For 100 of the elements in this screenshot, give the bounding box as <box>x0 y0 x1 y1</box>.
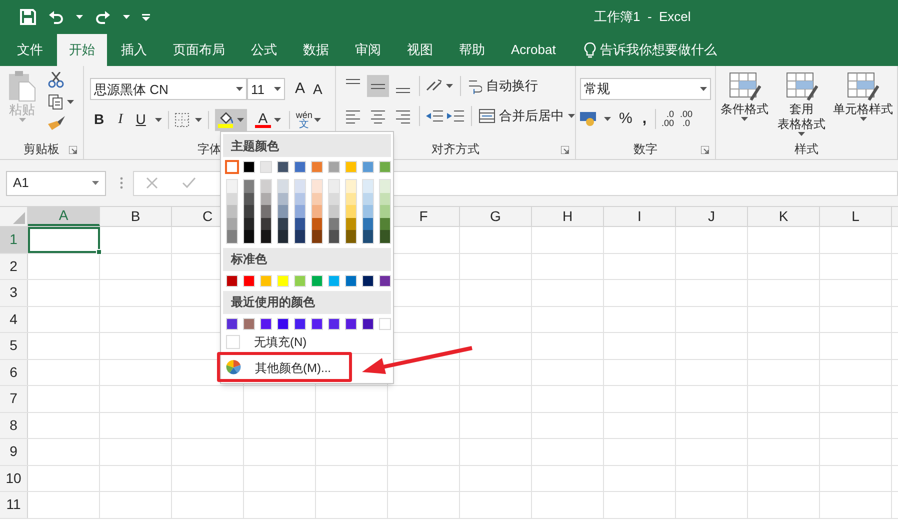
shrink-font-button[interactable]: A <box>311 78 324 100</box>
more-colors-item[interactable]: 其他颜色(M)... <box>223 356 333 380</box>
caret-icon[interactable] <box>123 15 130 19</box>
percent-button[interactable]: % <box>617 108 634 130</box>
shade-swatch[interactable] <box>363 218 373 230</box>
shade-swatch[interactable] <box>295 180 305 192</box>
dialog-launcher-icon[interactable] <box>701 146 709 154</box>
fill-color-button[interactable] <box>214 108 247 130</box>
row-header[interactable]: 9 <box>0 439 28 464</box>
shade-swatch[interactable] <box>227 230 237 242</box>
cancel-icon[interactable] <box>146 177 158 189</box>
shade-swatch[interactable] <box>244 218 254 230</box>
shade-swatch[interactable] <box>363 192 373 205</box>
shade-swatch[interactable] <box>346 205 356 218</box>
comma-button[interactable]: , <box>640 108 649 130</box>
ribbon-tab[interactable]: 开始 <box>57 34 107 66</box>
shade-swatch[interactable] <box>380 205 390 218</box>
shade-swatch[interactable] <box>261 230 271 242</box>
selected-cell[interactable] <box>28 227 100 252</box>
ribbon-tab[interactable]: 视图 <box>395 34 445 66</box>
shade-swatch[interactable] <box>312 192 322 205</box>
shade-swatch[interactable] <box>295 192 305 205</box>
fill-handle[interactable] <box>96 248 102 254</box>
shade-swatch[interactable] <box>244 192 254 205</box>
shade-swatch[interactable] <box>380 218 390 230</box>
column-header[interactable]: A <box>28 207 100 226</box>
row-header[interactable]: 7 <box>0 386 28 412</box>
format-as-table-button[interactable]: 套用 表格格式 <box>773 72 830 139</box>
row-header[interactable]: 3 <box>0 280 28 306</box>
shade-swatch[interactable] <box>278 218 288 230</box>
caret-icon[interactable] <box>568 114 575 118</box>
dialog-launcher-icon[interactable] <box>69 146 77 154</box>
shade-swatch[interactable] <box>346 180 356 192</box>
shade-swatch[interactable] <box>380 192 390 205</box>
row-header[interactable]: 10 <box>0 466 28 491</box>
caret-icon[interactable] <box>236 87 243 92</box>
shade-swatch[interactable] <box>261 218 271 230</box>
ribbon-tab[interactable]: 页面布局 <box>161 34 237 66</box>
shade-swatch[interactable] <box>346 230 356 242</box>
tell-me-search[interactable]: 告诉我你想要做什么 <box>584 34 717 66</box>
caret-icon[interactable] <box>604 117 611 121</box>
caret-icon[interactable] <box>446 84 453 88</box>
shade-swatch[interactable] <box>363 180 373 192</box>
column-header[interactable]: H <box>532 207 604 226</box>
ribbon-tab[interactable]: 公式 <box>239 34 289 66</box>
caret-icon[interactable] <box>194 118 202 122</box>
caret-icon[interactable] <box>700 87 707 91</box>
font-size-field[interactable]: 11 <box>247 78 285 100</box>
row-header[interactable]: 4 <box>0 306 28 332</box>
color-swatch[interactable] <box>226 161 238 173</box>
caret-icon[interactable] <box>314 118 322 122</box>
shade-swatch[interactable] <box>244 205 254 218</box>
shade-swatch[interactable] <box>329 218 339 230</box>
increase-decimal-button[interactable]: .0 .00 <box>662 110 674 128</box>
row-header[interactable]: 1 <box>0 227 28 252</box>
caret-icon[interactable] <box>798 132 805 136</box>
shade-swatch[interactable] <box>278 205 288 218</box>
shade-swatch[interactable] <box>261 192 271 205</box>
column-header[interactable]: B <box>100 207 172 226</box>
vertical-align-button[interactable] <box>367 75 389 97</box>
shade-swatch[interactable] <box>295 205 305 218</box>
shade-swatch[interactable] <box>312 180 322 192</box>
shade-swatch[interactable] <box>227 218 237 230</box>
caret-icon[interactable] <box>860 117 866 121</box>
select-all-icon[interactable] <box>13 212 25 224</box>
shade-swatch[interactable] <box>329 230 339 242</box>
increase-indent-icon[interactable] <box>446 108 464 124</box>
number-format-field[interactable]: 常规 <box>580 78 711 100</box>
column-header[interactable]: L <box>820 207 892 226</box>
underline-button[interactable]: U <box>132 109 149 130</box>
caret-icon[interactable] <box>92 181 99 185</box>
currency-icon[interactable] <box>580 111 598 127</box>
shade-swatch[interactable] <box>363 230 373 242</box>
shade-swatch[interactable] <box>227 192 237 205</box>
caret-icon[interactable] <box>741 117 748 121</box>
enter-icon[interactable] <box>182 177 196 189</box>
shade-swatch[interactable] <box>363 205 373 218</box>
shade-swatch[interactable] <box>329 180 339 192</box>
row-header[interactable]: 6 <box>0 360 28 385</box>
shade-swatch[interactable] <box>244 230 254 242</box>
cell-styles-button[interactable]: 单元格样式 <box>830 72 896 139</box>
font-color-button[interactable]: A <box>252 112 283 128</box>
font-name-field[interactable]: 思源黑体 CN <box>90 78 247 100</box>
customize-icon[interactable] <box>142 14 150 20</box>
shade-swatch[interactable] <box>329 205 339 218</box>
column-header[interactable]: K <box>748 207 820 226</box>
decrease-indent-icon[interactable] <box>425 108 443 124</box>
column-header[interactable]: I <box>604 207 676 226</box>
shade-swatch[interactable] <box>312 205 322 218</box>
grow-font-button[interactable]: A <box>293 78 308 100</box>
shade-swatch[interactable] <box>278 192 288 205</box>
shade-swatch[interactable] <box>261 180 271 192</box>
caret-icon[interactable] <box>274 118 281 122</box>
merge-center-button[interactable]: 合并后居中 <box>479 106 575 126</box>
row-header[interactable]: 2 <box>0 254 28 279</box>
caret-icon[interactable] <box>154 118 162 122</box>
wrap-text-button[interactable]: 自动换行 <box>468 76 538 96</box>
shade-swatch[interactable] <box>295 230 305 242</box>
borders-icon[interactable] <box>174 112 189 126</box>
caret-icon[interactable] <box>76 15 83 19</box>
